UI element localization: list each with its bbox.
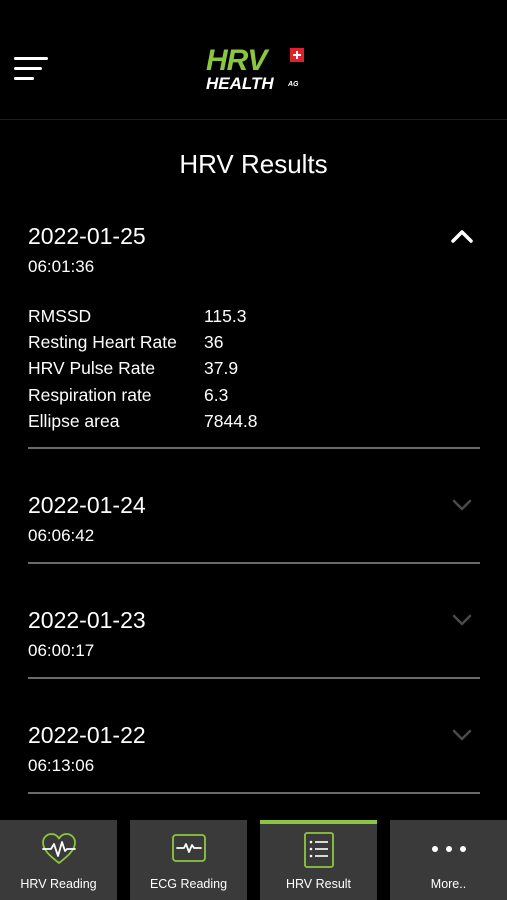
chevron-down-icon[interactable] [450,723,474,747]
chevron-down-icon[interactable] [450,608,474,632]
result-time: 06:01:36 [28,257,95,276]
metric-label: Respiration rate [28,385,152,405]
logo-health-text: HEALTH [206,74,274,93]
list-icon [304,832,334,868]
metric-value: 6.3 [204,385,229,405]
chevron-up-icon[interactable] [450,224,474,248]
bottom-tab-bar: HRV Reading ECG Reading HRV Result More.… [0,820,507,900]
swiss-flag-icon [290,48,304,62]
result-time: 06:06:42 [28,526,95,545]
tab-hrv-reading[interactable]: HRV Reading [0,820,117,900]
result-entry[interactable]: 2022-01-22 06:13:06 [28,717,480,794]
ecg-monitor-icon [172,834,206,862]
menu-line [14,77,34,80]
result-entry[interactable]: 2022-01-23 06:00:17 [28,602,480,679]
result-entry[interactable]: 2022-01-24 06:06:42 [28,487,480,564]
result-entry[interactable]: 2022-01-25 06:01:36 RMSSD 115.3 Resting … [28,218,480,449]
hamburger-menu-button[interactable] [14,57,50,83]
result-date: 2022-01-25 [28,223,146,249]
tab-label: More.. [430,877,467,891]
metric-label: RMSSD [28,306,92,326]
tab-label: HRV Result [285,877,352,891]
metric-value: 7844.8 [204,411,258,431]
logo-hrv-text: HRV [206,44,267,77]
result-date: 2022-01-22 [28,722,146,748]
metric-label: Resting Heart Rate [28,332,177,352]
tab-ecg-reading[interactable]: ECG Reading [130,820,247,900]
result-time: 06:00:17 [28,641,95,660]
menu-line [14,67,42,70]
metric-value: 37.9 [204,358,239,378]
heart-pulse-icon [42,833,76,864]
result-date: 2022-01-24 [28,492,146,518]
chevron-down-icon[interactable] [450,493,474,517]
tab-label: ECG Reading [149,877,228,891]
tab-more[interactable]: More.. [390,820,507,900]
logo-ag-text: AG [288,81,299,88]
app-header: HRV HEALTH AG [0,0,507,120]
tab-label: HRV Reading [20,877,97,891]
metric-label: HRV Pulse Rate [28,358,156,378]
hrv-health-logo: HRV HEALTH AG [204,46,306,96]
result-time: 06:13:06 [28,756,95,775]
page-title: HRV Results [179,149,328,179]
menu-line [14,57,48,60]
metric-label: Ellipse area [28,411,120,431]
tab-hrv-result[interactable]: HRV Result [260,820,377,900]
metric-value: 36 [204,332,224,352]
metric-value: 115.3 [204,306,247,326]
result-date: 2022-01-23 [28,607,146,633]
more-dots-icon [432,846,466,852]
